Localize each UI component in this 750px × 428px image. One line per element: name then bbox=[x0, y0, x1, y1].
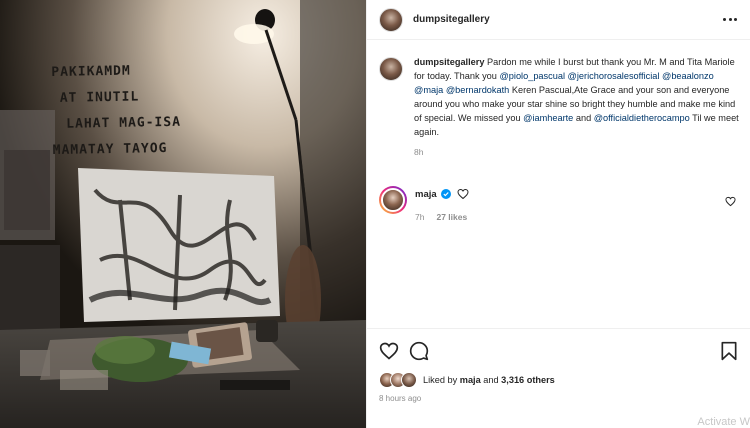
liker-avatars[interactable] bbox=[379, 372, 419, 388]
wall-text-line-4: MAMATAY TAYOG bbox=[52, 140, 168, 159]
mention-link[interactable]: @bernardokath bbox=[446, 85, 509, 95]
more-dot bbox=[734, 17, 737, 21]
author-username[interactable]: dumpsitegallery bbox=[413, 14, 490, 25]
mention-link[interactable]: @piolo_pascual bbox=[499, 71, 565, 81]
liker-avatar bbox=[401, 372, 417, 388]
more-dot bbox=[728, 17, 732, 21]
bookmark-icon[interactable] bbox=[719, 341, 739, 361]
post-photo[interactable]: PAKIKAMDM AT INUTIL LAHAT MAG-ISA MAMATA… bbox=[0, 0, 366, 428]
wall-text-line-3: LAHAT MAG-ISA bbox=[66, 114, 182, 132]
caption: dumpsitegallery Pardon me while I burst … bbox=[379, 55, 741, 157]
action-bar bbox=[367, 328, 750, 370]
wall-text-line-2: AT INUTIL bbox=[59, 89, 140, 106]
caption-text: dumpsitegallery Pardon me while I burst … bbox=[414, 55, 741, 139]
caption-text-part: and bbox=[573, 113, 594, 123]
comment-body: maja 7h 27 likes bbox=[415, 186, 469, 222]
verified-badge-icon bbox=[440, 189, 451, 199]
instagram-post: PAKIKAMDM AT INUTIL LAHAT MAG-ISA MAMATA… bbox=[0, 0, 750, 428]
author-avatar[interactable] bbox=[379, 7, 403, 32]
likes-count[interactable]: 3,316 others bbox=[501, 375, 555, 385]
more-horizontal-icon[interactable] bbox=[723, 12, 737, 26]
heart-icon[interactable] bbox=[379, 341, 399, 361]
post-details-panel: dumpsitegallery dumpsitegallery Pardon m… bbox=[366, 0, 750, 428]
comment-timestamp[interactable]: 7h bbox=[415, 212, 424, 222]
post-timestamp[interactable]: 8 hours ago bbox=[379, 394, 421, 403]
likes-text: Liked by maja and 3,316 others bbox=[423, 375, 555, 385]
likes-prefix: Liked by bbox=[423, 375, 460, 385]
comment-avatar-image bbox=[381, 188, 405, 212]
mention-link[interactable]: @beaalonzo bbox=[662, 71, 714, 81]
caption-body: dumpsitegallery Pardon me while I burst … bbox=[414, 55, 741, 157]
more-dot bbox=[723, 17, 726, 21]
caption-avatar[interactable] bbox=[379, 57, 403, 81]
comment-bubble-icon[interactable] bbox=[409, 341, 429, 361]
likes-middle: and bbox=[480, 375, 502, 385]
wall-text: PAKIKAMDM AT INUTIL LAHAT MAG-ISA MAMATA… bbox=[51, 56, 283, 164]
mention-link[interactable]: @officialdietherocampo bbox=[594, 113, 690, 123]
mention-link[interactable]: @maja bbox=[414, 85, 443, 95]
comment-avatar[interactable] bbox=[379, 186, 407, 214]
caption-timestamp[interactable]: 8h bbox=[414, 147, 741, 157]
mention-link[interactable]: @iamhearte bbox=[523, 113, 573, 123]
heart-icon[interactable] bbox=[457, 188, 469, 200]
likes-summary: Liked by maja and 3,316 others bbox=[379, 372, 555, 388]
likes-user[interactable]: maja bbox=[460, 375, 481, 385]
heart-icon[interactable] bbox=[725, 196, 736, 207]
comment-line: maja bbox=[415, 188, 469, 200]
post-header: dumpsitegallery bbox=[367, 0, 750, 40]
comment-meta: 7h 27 likes bbox=[415, 212, 469, 222]
caption-username[interactable]: dumpsitegallery bbox=[414, 57, 484, 67]
wall-text-line-1: PAKIKAMDM bbox=[51, 63, 131, 81]
comment: maja 7h 27 likes bbox=[379, 186, 741, 222]
activate-windows-watermark: Activate W bbox=[697, 416, 750, 428]
mention-link[interactable]: @jerichorosalesofficial bbox=[568, 71, 660, 81]
comment-username[interactable]: maja bbox=[415, 189, 437, 200]
comment-likes-count[interactable]: 27 likes bbox=[436, 212, 467, 222]
